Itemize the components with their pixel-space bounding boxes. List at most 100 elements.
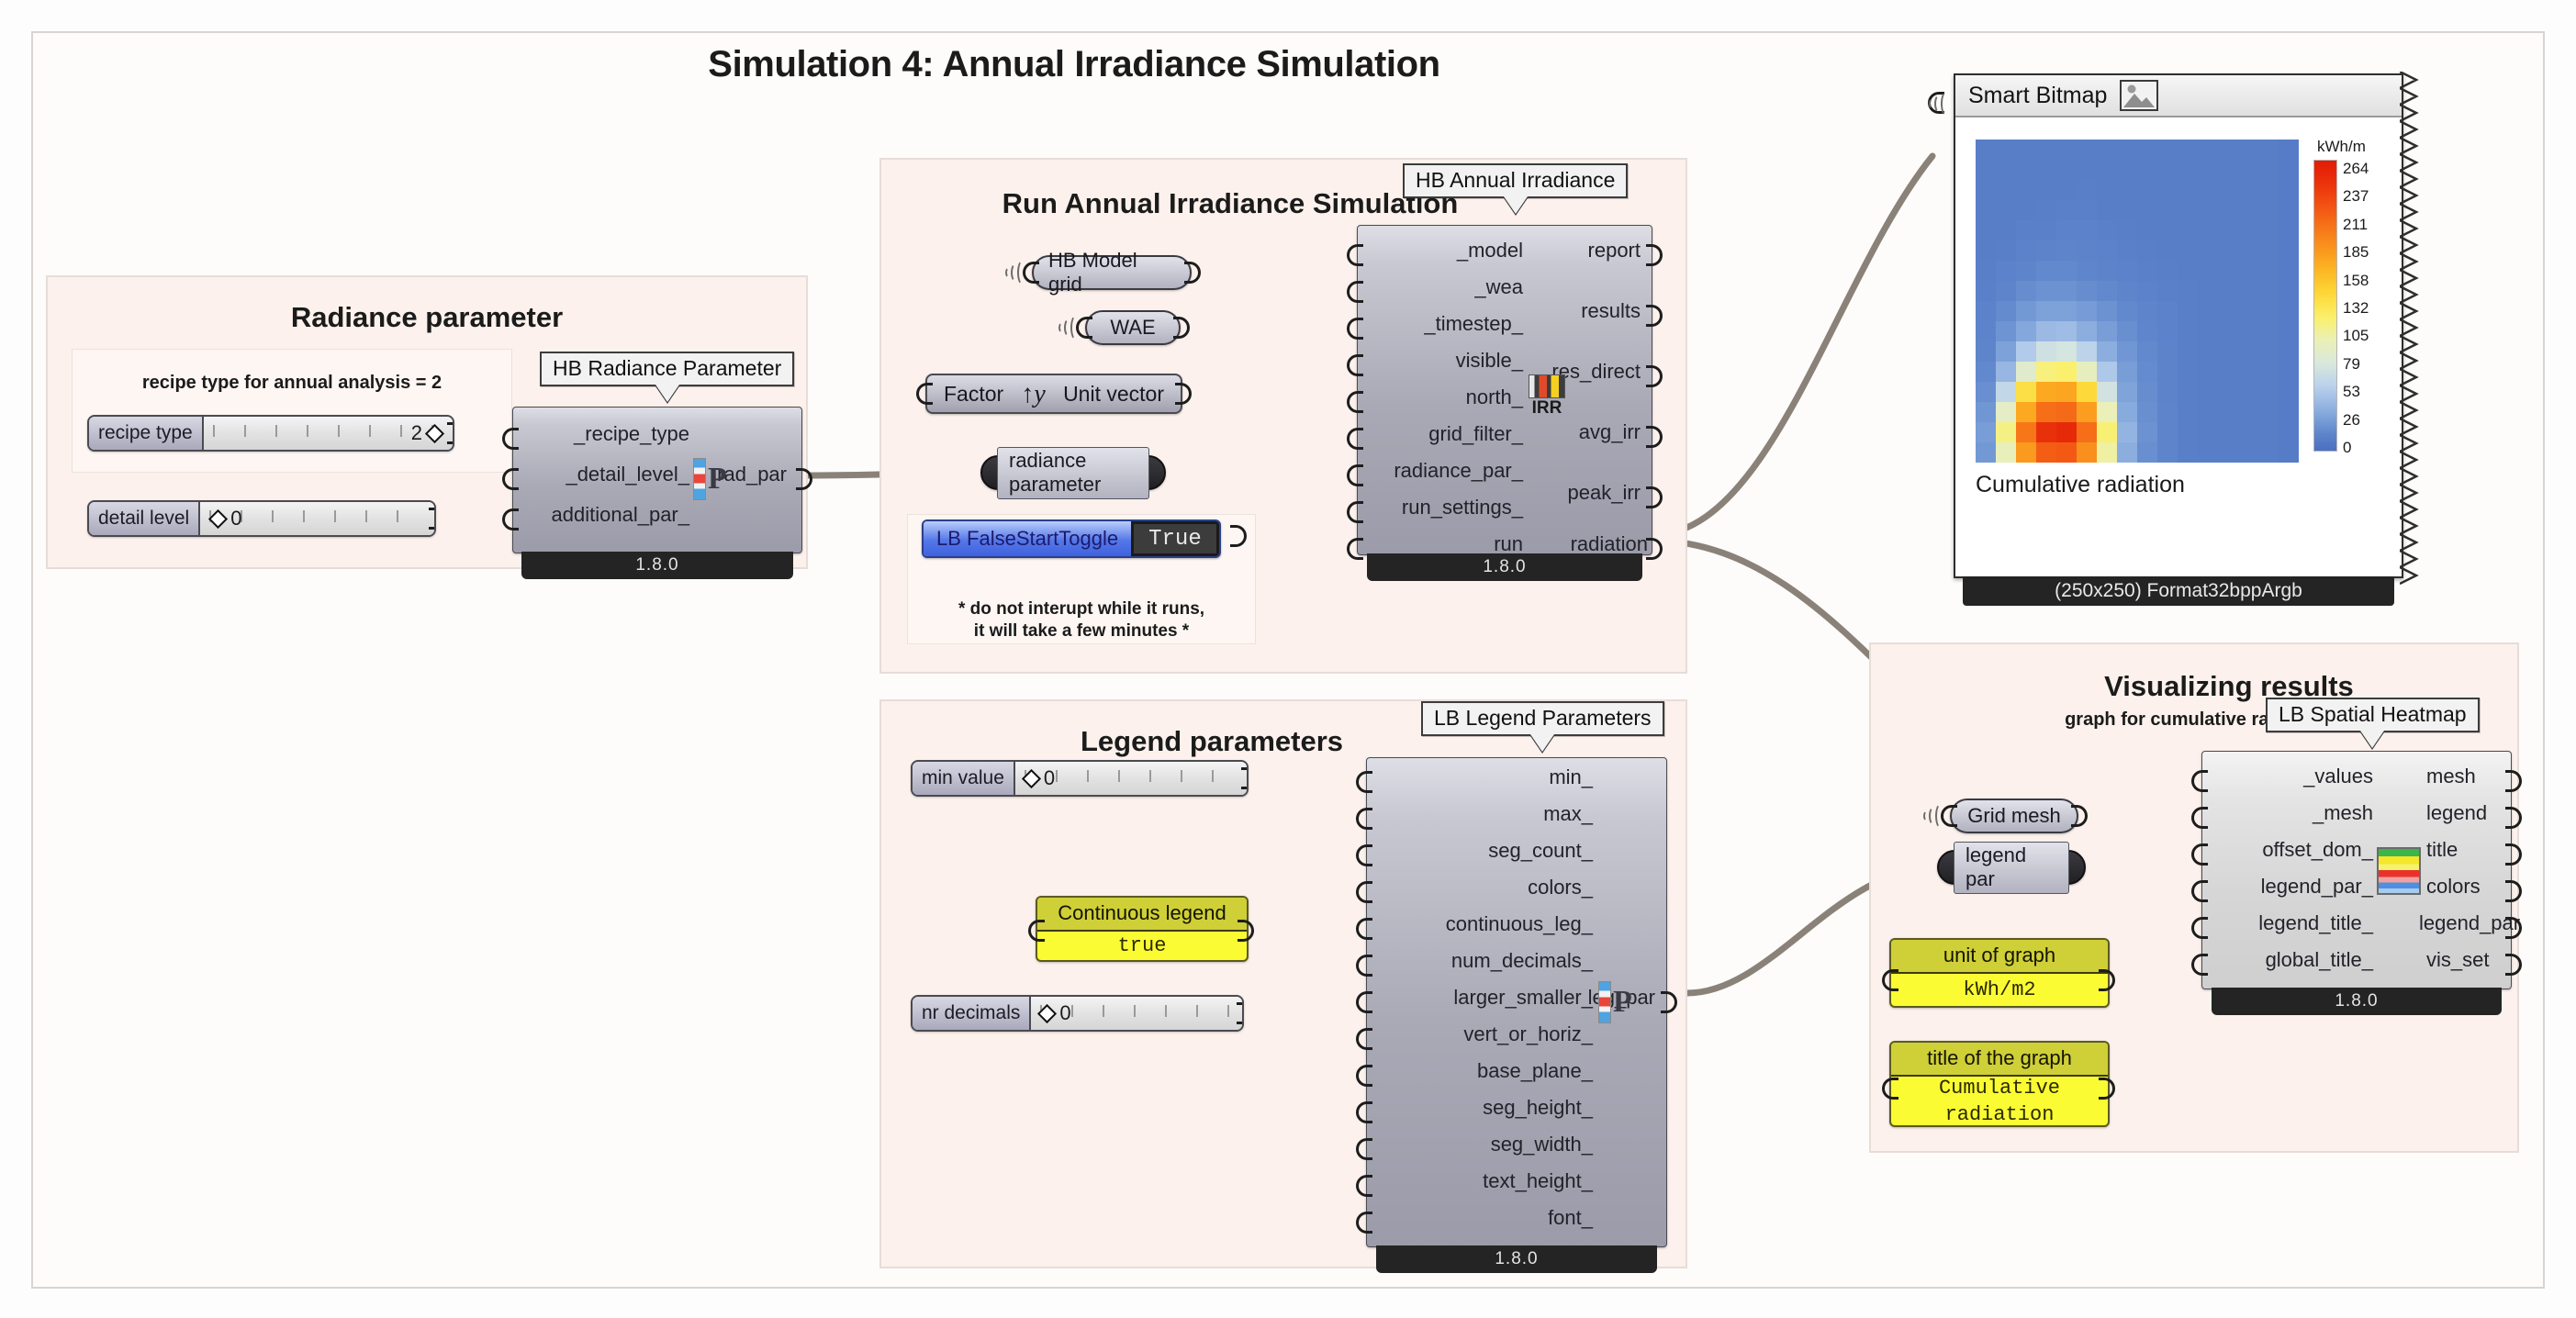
nub-in-vert-or-horiz[interactable]: [1356, 1028, 1372, 1050]
nub-in-model[interactable]: [1347, 244, 1363, 266]
relay-radiance-parameter[interactable]: radiance parameter: [980, 446, 1166, 499]
nub-in-num-decimals[interactable]: [1356, 955, 1372, 977]
port-in-model[interactable]: _model: [1363, 239, 1523, 262]
port-out-peak-irr[interactable]: peak_irr: [1519, 481, 1641, 505]
slider-output-nub[interactable]: [429, 508, 434, 530]
port-out-avg-irr[interactable]: avg_irr: [1519, 420, 1641, 444]
port-in-seg-count[interactable]: seg_count_: [1367, 839, 1593, 863]
panel-input-nub[interactable]: [1882, 1078, 1898, 1100]
nub-in-values[interactable]: [2191, 770, 2208, 792]
nub-in-radiance-par[interactable]: [1347, 464, 1363, 486]
panel-unit-of-graph[interactable]: unit of graph kWh/m2: [1889, 938, 2110, 1008]
port-in-north[interactable]: north_: [1363, 385, 1523, 409]
port-out-title[interactable]: title: [2426, 838, 2458, 862]
panel-unit-of-graph-value[interactable]: kWh/m2: [1891, 974, 2108, 1006]
panel-input-nub[interactable]: [1028, 920, 1045, 942]
nub-in-font[interactable]: [1356, 1212, 1372, 1234]
slider-recipe-type[interactable]: recipe type 2: [87, 415, 454, 452]
slider-nr-decimals-track[interactable]: 0: [1031, 997, 1242, 1030]
slider-recipe-type-track[interactable]: 2: [203, 417, 453, 450]
nub-in-run[interactable]: [1347, 538, 1363, 560]
nub-in-run-settings[interactable]: [1347, 501, 1363, 523]
port-in-text-height[interactable]: text_height_: [1367, 1169, 1593, 1193]
slider-handle-icon[interactable]: [1021, 768, 1041, 788]
port-in-visible[interactable]: visible_: [1363, 349, 1523, 373]
nub-in-wea[interactable]: [1347, 281, 1363, 303]
node-lb-legend-parameters[interactable]: min_ max_ seg_count_ colors_ continuous_…: [1356, 757, 1677, 1273]
slider-handle-icon[interactable]: [424, 423, 445, 443]
slider-min-value[interactable]: min value 0: [911, 760, 1249, 797]
panel-continuous-legend-value[interactable]: true: [1037, 932, 1247, 960]
node-unit-vector[interactable]: Factor ↑y Unit vector: [916, 374, 1192, 414]
port-in-timestep[interactable]: _timestep_: [1363, 312, 1523, 336]
nub-in-max[interactable]: [1356, 808, 1372, 830]
panel-title-of-graph-value[interactable]: Cumulative radiation: [1891, 1077, 2108, 1125]
port-in-colors[interactable]: colors_: [1367, 876, 1593, 899]
port-in-vert-or-horiz[interactable]: vert_or_horiz_: [1367, 1022, 1593, 1046]
port-in-radiance-par[interactable]: radiance_par_: [1358, 459, 1523, 483]
port-in-run-settings[interactable]: run_settings_: [1358, 496, 1523, 519]
port-in-max[interactable]: max_: [1367, 802, 1593, 826]
port-in-values[interactable]: _values: [2202, 765, 2373, 788]
port-in-mesh[interactable]: _mesh: [2202, 801, 2373, 825]
nub-in-seg-count[interactable]: [1356, 844, 1372, 866]
port-in-legend-par[interactable]: legend_par_: [2202, 875, 2373, 899]
port-in-seg-height[interactable]: seg_height_: [1367, 1096, 1593, 1120]
panel-smart-bitmap[interactable]: Smart Bitmap kWh/m 264 237 211 185 158 132 105…: [1954, 72, 2420, 606]
nub-in-visible[interactable]: [1347, 354, 1363, 376]
nub-in[interactable]: [1941, 805, 1957, 827]
nub-in-timestep[interactable]: [1347, 318, 1363, 340]
port-out-colors[interactable]: colors: [2426, 875, 2481, 899]
slider-output-nub[interactable]: [1241, 767, 1247, 789]
slider-handle-icon[interactable]: [1037, 1003, 1058, 1023]
port-in-base-plane[interactable]: base_plane_: [1367, 1059, 1593, 1083]
receiver-grid-mesh[interactable]: Grid mesh: [1941, 799, 2088, 833]
port-in-grid-filter[interactable]: grid_filter_: [1363, 422, 1523, 446]
receiver-hb-model-grid[interactable]: HB Model grid: [1023, 249, 1201, 296]
nub-in-min[interactable]: [1356, 771, 1372, 793]
nub-in[interactable]: [1023, 262, 1039, 284]
nub-in-mesh[interactable]: [2191, 807, 2208, 829]
slider-output-nub[interactable]: [447, 422, 453, 444]
node-hb-radiance-parameter[interactable]: _recipe_type _detail_level_ additional_p…: [502, 407, 812, 579]
nub-in-base-plane[interactable]: [1356, 1065, 1372, 1087]
nub-in-legend-par[interactable]: [2191, 880, 2208, 902]
nub-in[interactable]: [916, 383, 933, 405]
port-in-detail-level[interactable]: _detail_level_: [533, 463, 689, 486]
slider-detail-level[interactable]: detail level 0: [87, 500, 436, 537]
panel-continuous-legend[interactable]: Continuous legend true: [1036, 896, 1249, 962]
nub-in-seg-height[interactable]: [1356, 1101, 1372, 1123]
nub-in-grid-filter[interactable]: [1347, 428, 1363, 450]
nub-in-legend-title[interactable]: [2191, 917, 2208, 939]
slider-output-nub[interactable]: [1237, 1002, 1242, 1024]
port-in-seg-width[interactable]: seg_width_: [1367, 1133, 1593, 1156]
port-out-results[interactable]: results: [1519, 299, 1641, 323]
nub-in-continuous-leg[interactable]: [1356, 918, 1372, 940]
toggle-false-start[interactable]: LB FalseStartToggle True: [922, 519, 1221, 558]
slider-detail-level-track[interactable]: 0: [200, 502, 434, 535]
port-out-report[interactable]: report: [1519, 239, 1641, 262]
toggle-value[interactable]: True: [1131, 521, 1219, 556]
nub-in-seg-width[interactable]: [1356, 1138, 1372, 1160]
nub-in-offset-dom[interactable]: [2191, 843, 2208, 866]
nub-in-larger-smaller[interactable]: [1356, 991, 1372, 1013]
image-icon[interactable]: [2120, 80, 2159, 111]
slider-handle-icon[interactable]: [208, 508, 229, 529]
slider-nr-decimals[interactable]: nr decimals 0: [911, 995, 1244, 1032]
port-out-legend[interactable]: legend: [2426, 801, 2487, 825]
nub-in-recipe-type[interactable]: [502, 428, 519, 450]
nub-in-detail-level[interactable]: [502, 468, 519, 490]
relay-legend-par[interactable]: legend par: [1937, 841, 2086, 894]
port-in-font[interactable]: font_: [1367, 1206, 1593, 1230]
receiver-wae[interactable]: WAE: [1076, 310, 1190, 345]
port-in-global-title[interactable]: global_title_: [2202, 948, 2373, 972]
port-in-offset-dom[interactable]: offset_dom_: [2202, 838, 2373, 862]
port-in-wea[interactable]: _wea: [1363, 275, 1523, 299]
port-in-recipe-type[interactable]: _recipe_type: [533, 422, 689, 446]
nub-in-north[interactable]: [1347, 391, 1363, 413]
port-in-larger-smaller[interactable]: larger_smaller_: [1367, 986, 1593, 1010]
nub-in-global-title[interactable]: [2191, 954, 2208, 976]
port-in-additional-par[interactable]: additional_par_: [522, 503, 689, 527]
port-in-continuous-leg[interactable]: continuous_leg_: [1367, 912, 1593, 936]
panel-input-nub[interactable]: [1882, 969, 1898, 991]
